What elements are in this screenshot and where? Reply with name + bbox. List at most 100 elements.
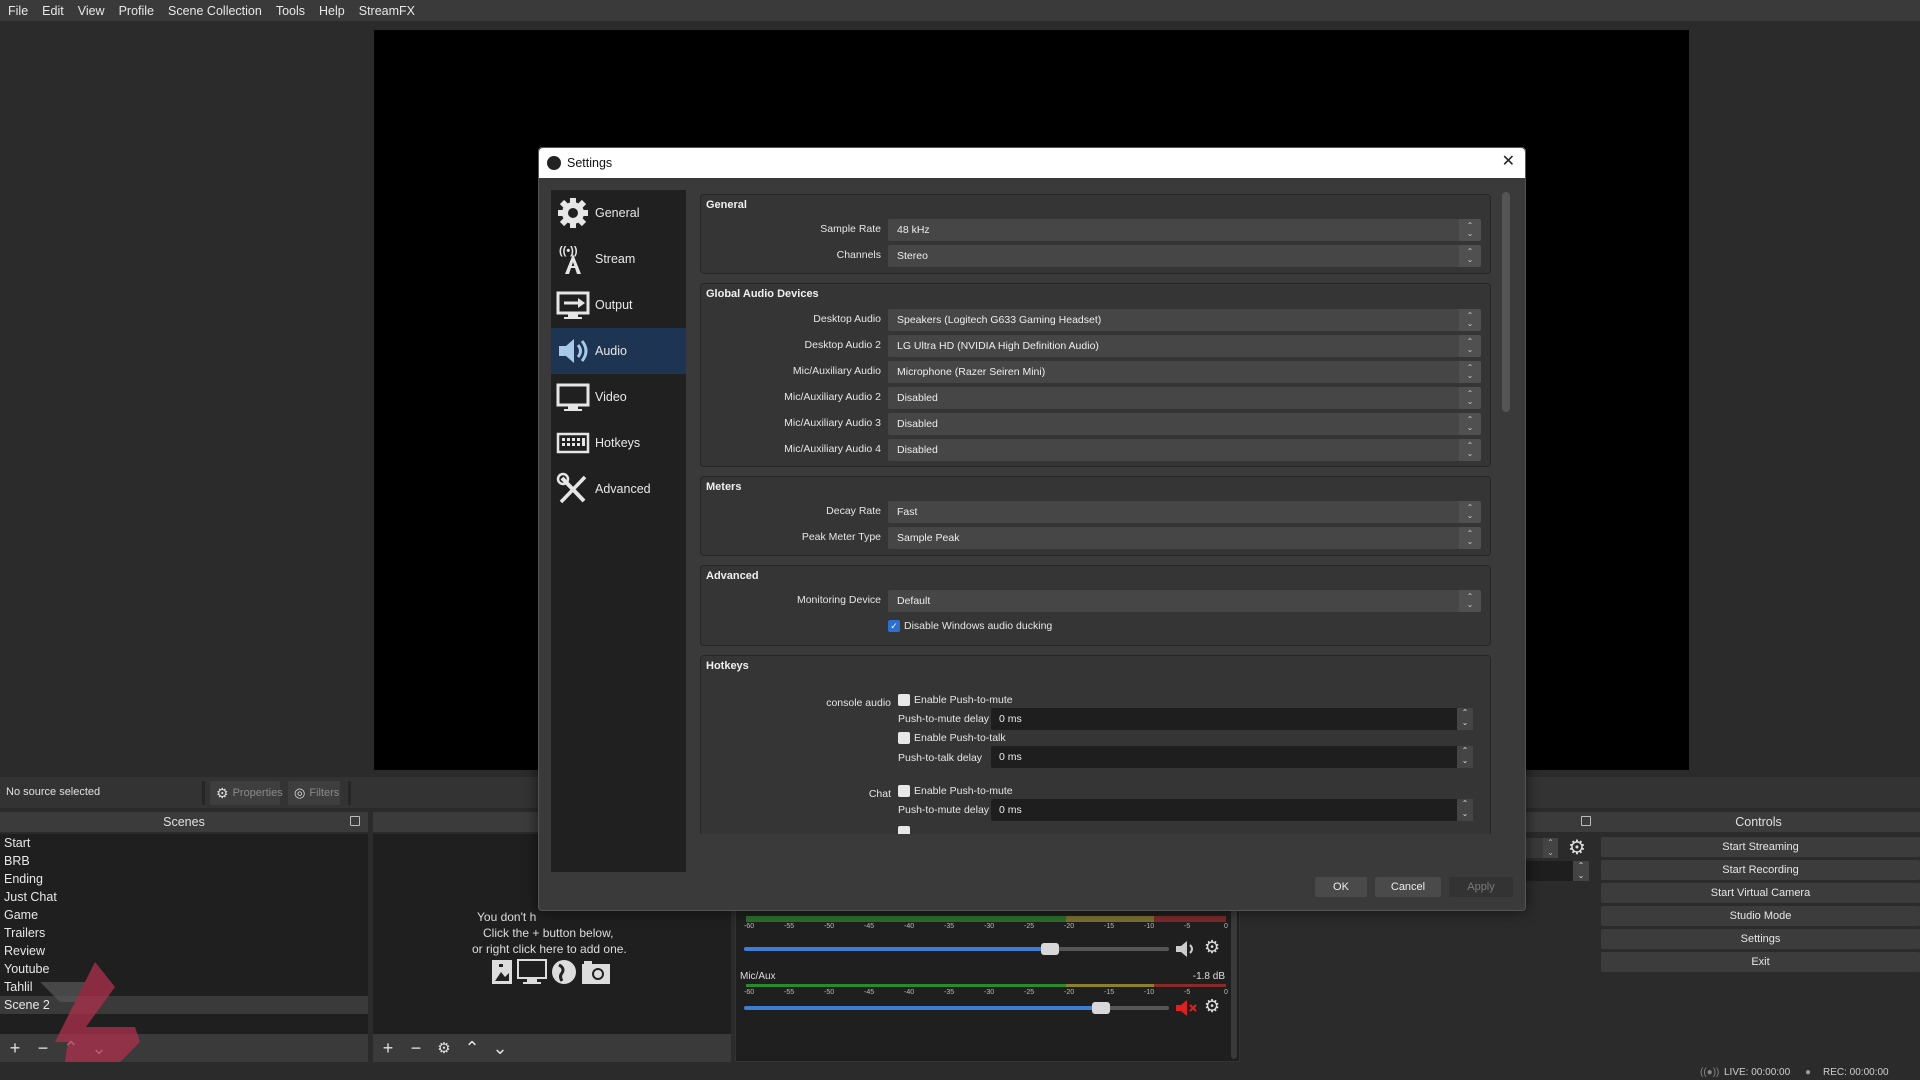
volume-slider[interactable] [744, 1002, 1169, 1014]
meter-green [746, 984, 1066, 987]
empty-text-3: or right click here to add one. [472, 942, 627, 956]
push-to-talk-delay-input[interactable]: 0 ms ⌃ ⌄ [991, 746, 1473, 768]
monitoring-device-select[interactable]: Default ⌃ ⌄ [888, 590, 1481, 612]
peak-meter-type-select[interactable]: Sample Peak ⌃ ⌄ [888, 527, 1481, 549]
push-to-talk-label: Enable Push-to-talk [914, 732, 1006, 744]
menu-profile[interactable]: Profile [119, 4, 162, 18]
menu-help[interactable]: Help [319, 4, 353, 18]
mic-audio-4-select[interactable]: Disabled ⌃ ⌄ [888, 439, 1481, 461]
scene-item[interactable]: Ending [0, 870, 368, 888]
gear-icon[interactable]: ⚙ [1568, 835, 1586, 860]
group-general: General Sample Rate 48 kHz ⌃ ⌄ Channels St… [700, 194, 1491, 274]
push-to-mute-checkbox[interactable] [898, 785, 910, 797]
push-to-talk-checkbox[interactable] [898, 826, 910, 834]
nav-advanced[interactable]: Advanced [551, 466, 686, 512]
start-recording-button[interactable]: Start Recording [1601, 860, 1920, 880]
nav-hotkeys[interactable]: Hotkeys [551, 420, 686, 466]
apply-button[interactable]: Apply [1449, 877, 1513, 897]
start-virtual-camera-button[interactable]: Start Virtual Camera [1601, 883, 1920, 903]
scene-item[interactable]: Trailers [0, 924, 368, 942]
hotkey-source-label: console audio [826, 697, 891, 709]
close-icon[interactable]: ✕ [1502, 154, 1515, 170]
settings-scrollbar[interactable] [1502, 192, 1510, 412]
live-icon: ((●)) [1700, 1067, 1720, 1078]
menu-view[interactable]: View [78, 4, 113, 18]
menu-tools[interactable]: Tools [276, 4, 313, 18]
volume-slider[interactable] [744, 943, 1169, 955]
mic-audio-2-select[interactable]: Disabled ⌃ ⌄ [888, 387, 1481, 409]
menu-edit[interactable]: Edit [42, 4, 72, 18]
duration-spin-icon[interactable]: ⌃ ⌄ [1573, 861, 1589, 881]
desktop-audio-select[interactable]: Speakers (Logitech G633 Gaming Headset) ⌃… [888, 309, 1481, 331]
exit-button[interactable]: Exit [1601, 952, 1920, 972]
cancel-button[interactable]: Cancel [1375, 877, 1441, 897]
nav-stream[interactable]: ((•)) Stream [551, 236, 686, 282]
remove-source-icon[interactable]: − [407, 1039, 425, 1057]
scale-tick-label: -35 [944, 989, 955, 996]
scene-item[interactable]: Start [0, 834, 368, 852]
speaker-icon[interactable] [1174, 939, 1198, 959]
scene-item[interactable]: Review [0, 942, 368, 960]
volume-knob[interactable] [1041, 943, 1059, 955]
scale-tick-label: -45 [864, 923, 875, 930]
studio-mode-button[interactable]: Studio Mode [1601, 906, 1920, 926]
mic-audio-3-select[interactable]: Disabled ⌃ ⌄ [888, 413, 1481, 435]
start-streaming-button[interactable]: Start Streaming [1601, 837, 1920, 857]
chevron-updown-icon: ⌃ ⌄ [1459, 387, 1481, 409]
scene-item[interactable]: BRB [0, 852, 368, 870]
watermark-logo [40, 962, 140, 1062]
nav-video[interactable]: Video [551, 374, 686, 420]
push-to-mute-delay-input[interactable]: 0 ms ⌃ ⌄ [991, 708, 1473, 730]
ok-button[interactable]: OK [1315, 877, 1367, 897]
gear-icon [553, 196, 593, 230]
push-to-mute-label: Enable Push-to-mute [914, 694, 1013, 706]
spin-icon[interactable]: ⌃ ⌄ [1543, 838, 1558, 858]
desktop-audio-2-select[interactable]: LG Ultra HD (NVIDIA High Definition Audi… [888, 335, 1481, 357]
live-timer: LIVE: 00:00:00 [1724, 1067, 1791, 1078]
push-to-talk-checkbox[interactable] [898, 732, 910, 744]
nav-general[interactable]: General [551, 190, 686, 236]
dialog-titlebar: Settings ✕ [539, 148, 1525, 178]
spin-updown-icon[interactable]: ⌃ ⌄ [1457, 708, 1473, 730]
settings-button[interactable]: Settings [1601, 929, 1920, 949]
filter-icon: ◎ [294, 785, 306, 800]
channels-select[interactable]: Stereo ⌃ ⌄ [888, 245, 1481, 267]
undock-icon[interactable] [1581, 816, 1591, 826]
nav-audio[interactable]: Audio [551, 328, 686, 374]
scene-item[interactable]: Game [0, 906, 368, 924]
volume-knob[interactable] [1092, 1002, 1110, 1014]
nav-output[interactable]: Output [551, 282, 686, 328]
gear-icon[interactable]: ⚙ [1204, 996, 1220, 1017]
push-to-mute-delay-label: Push-to-mute delay [898, 804, 990, 816]
decay-rate-select[interactable]: Fast ⌃ ⌄ [888, 501, 1481, 523]
menu-scene-collection[interactable]: Scene Collection [168, 4, 270, 18]
group-title: General [706, 199, 747, 211]
group-title: Hotkeys [706, 660, 749, 672]
push-to-mute-checkbox[interactable] [898, 694, 910, 706]
properties-button[interactable]: ⚙ Properties [210, 781, 283, 805]
spin-updown-icon[interactable]: ⌃ ⌄ [1457, 799, 1473, 821]
scale-tick-label: -10 [1144, 923, 1155, 930]
menu-streamfx[interactable]: StreamFX [359, 4, 423, 18]
source-properties-icon[interactable]: ⚙ [435, 1041, 453, 1056]
duration-input[interactable] [1525, 861, 1573, 881]
mixer-scrollbar[interactable] [1231, 901, 1237, 1059]
push-to-mute-delay-input[interactable]: 0 ms ⌃ ⌄ [991, 799, 1473, 821]
gear-icon[interactable]: ⚙ [1204, 937, 1220, 958]
undock-icon[interactable] [350, 816, 360, 826]
spin-updown-icon[interactable]: ⌃ ⌄ [1457, 746, 1473, 768]
mic-audio-select[interactable]: Microphone (Razer Seiren Mini) ⌃ ⌄ [888, 361, 1481, 383]
scale-tick-label: -15 [1104, 989, 1115, 996]
scale-tick-label: -40 [904, 923, 915, 930]
ducking-checkbox[interactable]: ✓ [888, 620, 900, 632]
mic-audio-2-label: Mic/Auxiliary Audio 2 [784, 391, 881, 403]
scene-item[interactable]: Just Chat [0, 888, 368, 906]
move-down-icon[interactable]: ⌄ [491, 1039, 509, 1057]
channel-name: Mic/Aux [740, 971, 776, 982]
menu-file[interactable]: File [8, 4, 36, 18]
filters-button[interactable]: ◎ Filters [288, 781, 340, 805]
muted-speaker-icon[interactable] [1174, 998, 1200, 1018]
sample-rate-select[interactable]: 48 kHz ⌃ ⌄ [888, 219, 1481, 241]
move-up-icon[interactable]: ⌃ [463, 1039, 481, 1057]
add-source-icon[interactable]: + [379, 1039, 397, 1057]
